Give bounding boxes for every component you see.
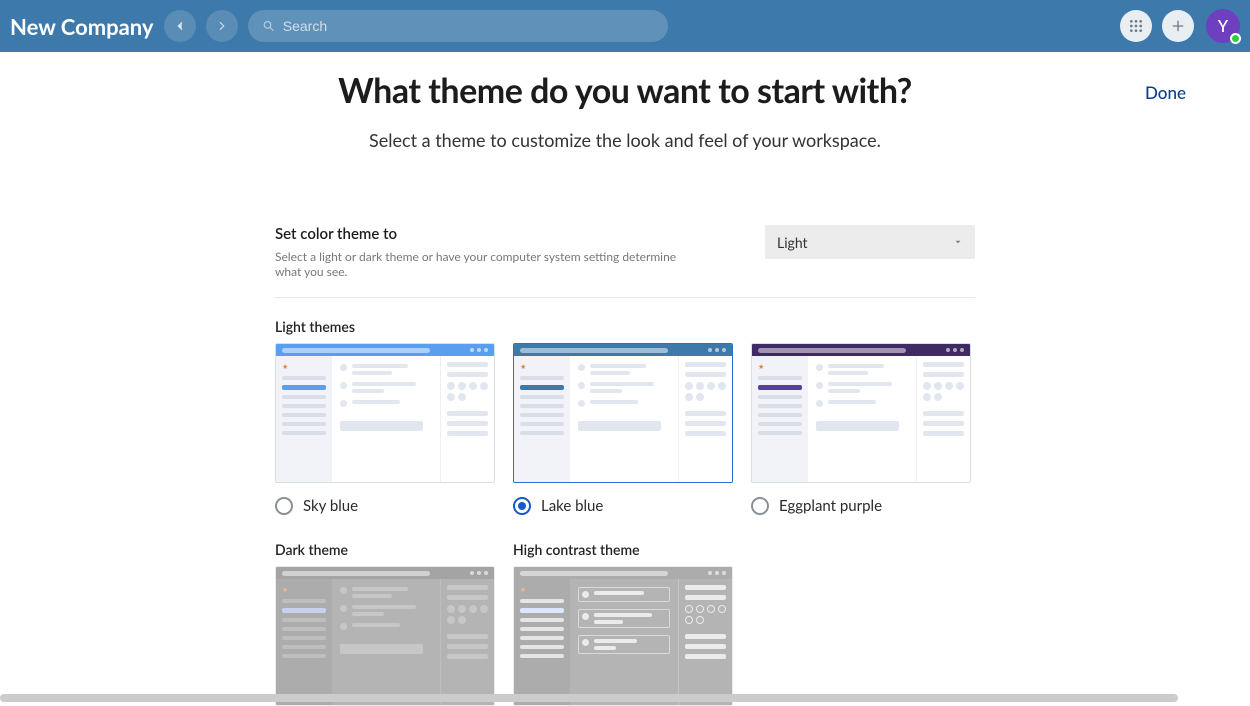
theme-preview-dark: ★ [275, 566, 495, 706]
create-button[interactable] [1162, 10, 1194, 42]
nav-forward-button[interactable] [206, 10, 238, 42]
horizontal-scrollbar[interactable] [0, 694, 1178, 702]
search-icon [262, 19, 275, 33]
company-name: New Company [8, 13, 154, 40]
top-bar: New Company Y [0, 0, 1250, 52]
page-subtitle: Select a theme to customize the look and… [369, 129, 881, 151]
nav-back-button[interactable] [164, 10, 196, 42]
plus-icon [1170, 18, 1186, 34]
color-mode-value: Light [777, 234, 808, 251]
theme-preview-sky-blue[interactable]: ★ [275, 343, 495, 483]
search-box[interactable] [248, 10, 668, 42]
theme-label: Sky blue [303, 497, 358, 515]
light-themes-heading: Light themes [275, 318, 975, 335]
theme-preview-high-contrast: ★ [513, 566, 733, 706]
theme-preview-eggplant-purple[interactable]: ★ [751, 343, 971, 483]
theme-radio-lake-blue[interactable]: Lake blue [513, 497, 733, 515]
chevron-left-icon [173, 19, 187, 33]
theme-card-eggplant-purple: ★ Eggplant purple [751, 343, 971, 515]
theme-card-lake-blue: ★ Lake blue [513, 343, 733, 515]
apps-grid-button[interactable] [1120, 10, 1152, 42]
theme-preview-lake-blue[interactable]: ★ [513, 343, 733, 483]
avatar[interactable]: Y [1206, 9, 1240, 43]
radio-icon [751, 497, 769, 515]
color-mode-select[interactable]: Light [765, 225, 975, 259]
page-title: What theme do you want to start with? [338, 70, 912, 111]
dark-theme-heading: Dark theme [275, 541, 495, 558]
theme-card-sky-blue: ★ Sky blue [275, 343, 495, 515]
theme-radio-sky-blue[interactable]: Sky blue [275, 497, 495, 515]
radio-icon [275, 497, 293, 515]
theme-radio-eggplant-purple[interactable]: Eggplant purple [751, 497, 971, 515]
chevron-right-icon [215, 19, 229, 33]
presence-indicator [1230, 33, 1241, 44]
color-mode-help: Select a light or dark theme or have you… [275, 249, 695, 279]
radio-icon [513, 497, 531, 515]
avatar-initial: Y [1218, 17, 1228, 36]
grid-icon [1128, 18, 1144, 34]
main-content: Done What theme do you want to start wit… [0, 52, 1250, 706]
high-contrast-heading: High contrast theme [513, 541, 733, 558]
done-button[interactable]: Done [1145, 82, 1186, 103]
search-input[interactable] [283, 18, 654, 34]
color-mode-row: Set color theme to Select a light or dar… [275, 225, 975, 298]
caret-down-icon [953, 237, 963, 247]
color-mode-label: Set color theme to [275, 225, 695, 243]
theme-label: Lake blue [541, 497, 603, 515]
theme-label: Eggplant purple [779, 497, 882, 515]
